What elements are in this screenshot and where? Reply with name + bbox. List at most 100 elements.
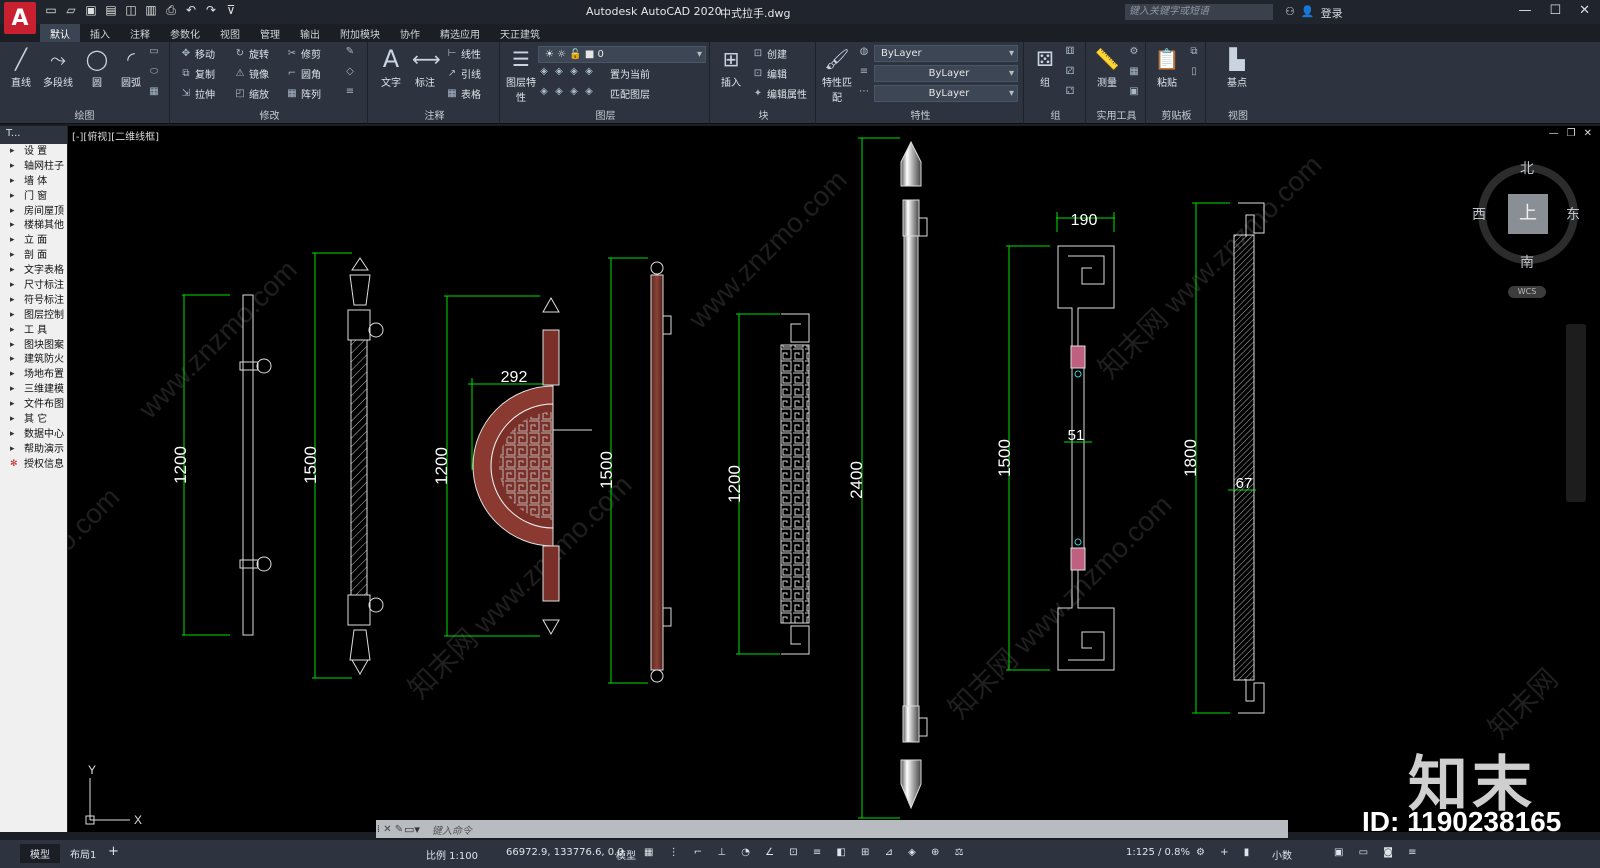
tab-default[interactable]: 默认 (40, 24, 80, 42)
user-icon[interactable]: 👤 (1301, 5, 1315, 21)
tab-featured-apps[interactable]: 精选应用 (430, 24, 490, 42)
edit-attributes-button[interactable]: ✦ 编辑属性 (752, 86, 807, 101)
mirror-button[interactable]: ⚠ 镜像 (234, 66, 269, 81)
autocad-logo-icon[interactable]: A (4, 2, 36, 34)
linetype-dropdown[interactable]: ByLayer (874, 85, 1018, 102)
tab-parametric[interactable]: 参数化 (160, 24, 210, 42)
compass-west[interactable]: 西 (1472, 204, 1486, 224)
tab-manage[interactable]: 管理 (250, 24, 290, 42)
text-button[interactable]: A 文字 (374, 46, 408, 89)
fillet-button[interactable]: ⌐ 圆角 (286, 66, 321, 81)
annotation-group-label[interactable]: 注释 (370, 107, 499, 122)
scale-readout[interactable]: 比例 1:100 (426, 847, 478, 862)
palette-item[interactable]: 场地布置 (0, 367, 67, 382)
layer-dropdown[interactable]: ☀ ☼ 🔓 ■ 0 (538, 46, 706, 63)
print-icon[interactable]: ⎙ (164, 3, 178, 17)
hatch-button[interactable]: ▦ (148, 86, 160, 97)
binoculars-icon[interactable]: ⚇ (1285, 5, 1295, 21)
block-group-label[interactable]: 块 (712, 107, 815, 122)
rectangle-button[interactable]: ▭ (148, 46, 160, 57)
line-button[interactable]: ╱ 直线 (4, 46, 38, 89)
command-input[interactable]: 键入命令 (432, 822, 472, 837)
tab-tangent[interactable]: 天正建筑 (490, 24, 550, 42)
undo-icon[interactable]: ↶ (184, 3, 198, 17)
view-group-label[interactable]: 视图 (1208, 107, 1268, 122)
save-as-icon[interactable]: ▤ (104, 3, 118, 17)
linear-button[interactable]: ⊢ 线性 (446, 46, 481, 61)
leader-button[interactable]: ↗ 引线 (446, 66, 481, 81)
add-layout-icon[interactable]: + (108, 844, 119, 859)
tab-view[interactable]: 视图 (210, 24, 250, 42)
status-tray-icons[interactable]: ▣ ▭ ◙ ≡ (1334, 847, 1423, 858)
model-space-toggle[interactable]: 模型 (616, 847, 636, 862)
handle-4[interactable]: 1500 (597, 257, 672, 684)
units-readout[interactable]: 小数 (1272, 847, 1292, 862)
compass-east[interactable]: 东 (1566, 204, 1580, 224)
palette-item[interactable]: 数据中心 (0, 427, 67, 442)
redo-icon[interactable]: ↷ (204, 3, 218, 17)
plot-icon[interactable]: ▥ (144, 3, 158, 17)
explode-button[interactable]: ◇ (344, 66, 356, 77)
rotate-button[interactable]: ↻ 旋转 (234, 46, 269, 61)
palette-item[interactable]: 房间屋顶 (0, 204, 67, 219)
lineweight-dropdown[interactable]: ByLayer (874, 65, 1018, 82)
palette-item[interactable]: 符号标注 (0, 293, 67, 308)
tab-addins[interactable]: 附加模块 (330, 24, 390, 42)
calculator-icon[interactable]: ▦ (1128, 66, 1140, 77)
viewcube-top-face[interactable]: 上 (1508, 194, 1548, 234)
compass-north[interactable]: 北 (1520, 158, 1534, 178)
group-edit-icon[interactable]: ⚂ (1064, 66, 1076, 77)
palette-item[interactable]: 帮助演示 (0, 442, 67, 457)
create-block-button[interactable]: ⊡ 创建 (752, 46, 787, 61)
polyline-button[interactable]: ⤳ 多段线 (38, 46, 78, 89)
palette-item[interactable]: 授权信息 (0, 457, 67, 472)
palette-item[interactable]: 工 具 (0, 323, 67, 338)
circle-button[interactable]: ◯ 圆 (80, 46, 114, 89)
handle-5[interactable]: 1200 (725, 313, 810, 655)
palette-item[interactable]: 三维建模 (0, 382, 67, 397)
palette-header[interactable]: T... (0, 126, 67, 144)
group-select-icon[interactable]: ⚁ (1064, 86, 1076, 97)
new-file-icon[interactable]: ▭ (44, 3, 58, 17)
tab-model[interactable]: 模型 (20, 844, 60, 863)
palette-item[interactable]: 墙 体 (0, 174, 67, 189)
utilities-group-label[interactable]: 实用工具 (1088, 107, 1145, 122)
paste-button[interactable]: 📋 粘贴 (1150, 46, 1184, 89)
cut-clip-icon[interactable]: ▯ (1188, 66, 1200, 77)
copy-clip-icon[interactable]: ⧉ (1188, 46, 1200, 57)
draw-group-label[interactable]: 绘图 (0, 107, 169, 122)
search-input[interactable]: 键入关键字或短语 (1125, 4, 1273, 20)
scale-button[interactable]: ◰ 缩放 (234, 86, 269, 101)
modify-group-label[interactable]: 修改 (172, 107, 367, 122)
dimension-button[interactable]: ⟷ 标注 (408, 46, 442, 89)
maximize-icon[interactable]: ☐ (1549, 3, 1561, 18)
wcs-menu[interactable]: WCS (1508, 286, 1546, 298)
palette-item[interactable]: 剖 面 (0, 248, 67, 263)
insert-button[interactable]: ⊞ 插入 (714, 46, 748, 89)
base-point-button[interactable]: ▙ 基点 (1220, 46, 1254, 89)
id-point-icon[interactable]: ▣ (1128, 86, 1140, 97)
edit-block-button[interactable]: ⊡ 编辑 (752, 66, 787, 81)
color-dropdown[interactable]: ByLayer (874, 45, 1018, 62)
palette-item[interactable]: 立 面 (0, 233, 67, 248)
tab-layout1[interactable]: 布局1 (60, 844, 106, 863)
tab-insert[interactable]: 插入 (80, 24, 120, 42)
palette-item[interactable]: 文字表格 (0, 263, 67, 278)
erase-button[interactable]: ✎ (344, 46, 356, 57)
clipboard-group-label[interactable]: 剪贴板 (1148, 107, 1205, 122)
workspace-icons[interactable]: ⚙ + ▮ (1196, 847, 1255, 858)
handle-2[interactable]: 1500 (301, 252, 384, 679)
palette-item[interactable]: 文件布图 (0, 397, 67, 412)
close-icon[interactable]: ✕ (1579, 3, 1590, 18)
table-button[interactable]: ▦ 表格 (446, 86, 481, 101)
palette-item[interactable]: 设 置 (0, 144, 67, 159)
palette-item[interactable]: 图层控制 (0, 308, 67, 323)
annotation-scale[interactable]: 1:125 / 0.8% (1126, 847, 1190, 858)
save-icon[interactable]: ▣ (84, 3, 98, 17)
command-line[interactable]: ⁞ ✕ ✎ ▭▾ 键入命令 (376, 820, 1288, 838)
layers-group-label[interactable]: 图层 (502, 107, 709, 122)
palette-item[interactable]: 建筑防火 (0, 352, 67, 367)
palette-item[interactable]: 图块图案 (0, 338, 67, 353)
ellipse-button[interactable]: ⬭ (148, 66, 160, 77)
qat-dropdown-icon[interactable]: ⊽ (224, 3, 238, 17)
